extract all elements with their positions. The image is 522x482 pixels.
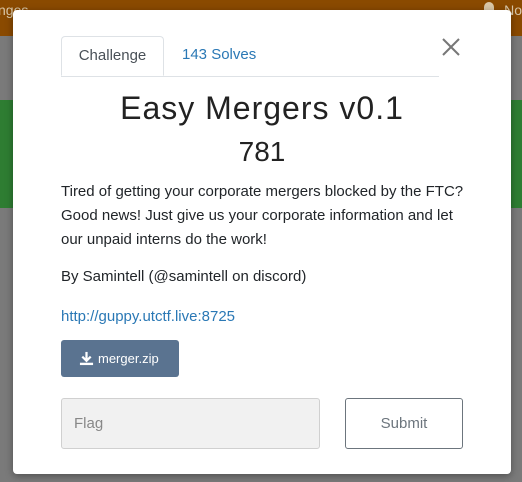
challenge-description: Tired of getting your corporate mergers … [61, 183, 464, 248]
submit-button[interactable]: Submit [345, 398, 463, 449]
close-icon [442, 38, 460, 56]
challenge-modal: Challenge 143 Solves Easy Mergers v0.1 7… [13, 10, 511, 474]
challenge-title: Easy Mergers v0.1 [120, 90, 404, 126]
tab-challenge[interactable]: Challenge [61, 36, 164, 76]
close-button[interactable] [440, 36, 462, 58]
download-icon [79, 351, 94, 366]
challenge-points: 781 [238, 136, 286, 167]
modal-tabs: Challenge 143 Solves [61, 36, 439, 77]
tab-solves[interactable]: 143 Solves [166, 36, 272, 76]
flag-input[interactable] [61, 398, 320, 449]
challenge-link[interactable]: http://guppy.utctf.live:8725 [61, 308, 235, 325]
challenge-author: By Samintell (@samintell on discord) [61, 268, 307, 285]
download-file-label: merger.zip [98, 351, 159, 366]
download-file-button[interactable]: merger.zip [61, 340, 179, 377]
